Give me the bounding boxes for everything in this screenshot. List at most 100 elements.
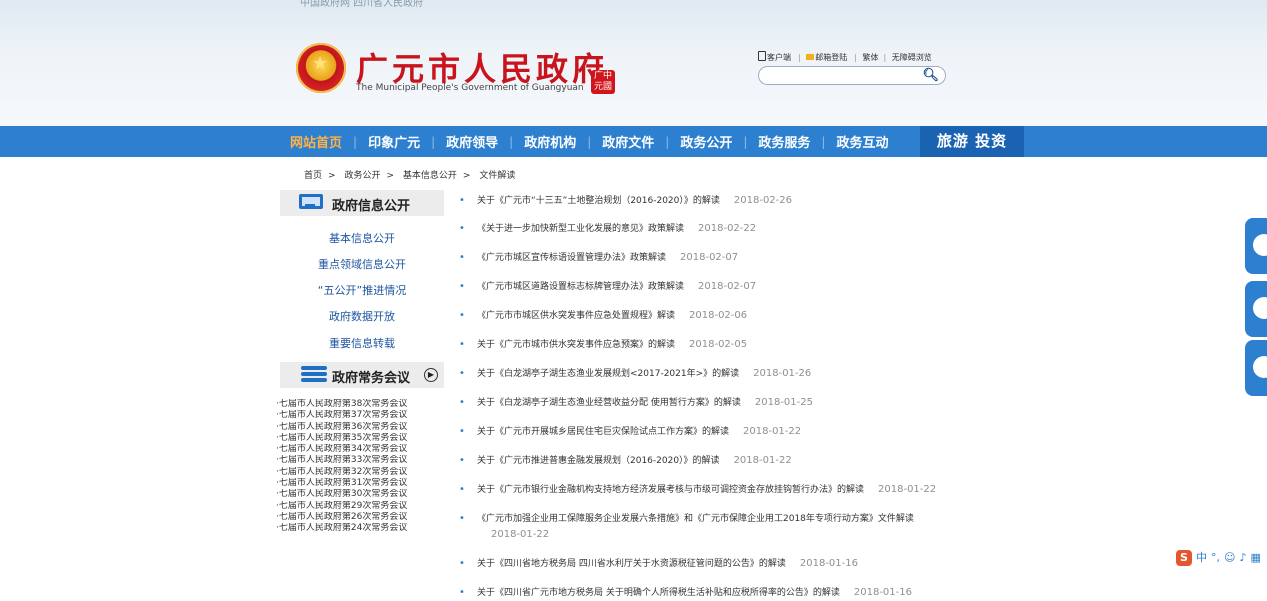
meeting-item[interactable]: ·七届市人民政府第37次常务会议 — [276, 410, 448, 421]
sidebar-item-reposts[interactable]: 重要信息转载 — [276, 335, 448, 351]
nav-tourism-investment[interactable]: 旅游 投资 — [920, 126, 1024, 157]
ime-emoji-icon[interactable]: ☺ — [1224, 551, 1235, 564]
ime-punct-icon[interactable]: °, — [1211, 551, 1220, 564]
breadcrumb-home[interactable]: 首页 — [304, 171, 322, 181]
sidebar-item-key-areas[interactable]: 重点领域信息公开 — [276, 256, 448, 272]
nav-services[interactable]: 政务服务 — [756, 132, 812, 151]
doc-link[interactable]: 关于《四川省地方税务局 四川省水利厅关于水资源税征管问题的公告》的解读 — [477, 559, 786, 569]
bullet-icon: • — [459, 281, 465, 292]
doc-link[interactable]: 关于《广元市“十三五”土地整治规划（2016-2020）》的解读 — [477, 196, 720, 206]
doc-link[interactable]: 《广元市城区道路设置标志标牌管理办法》政策解读 — [477, 282, 684, 292]
bullet-icon: • — [459, 223, 465, 234]
site-subtitle: The Municipal People's Government of Gua… — [356, 83, 584, 93]
list-item: • 关于《白龙湖亭子湖生态渔业经营收益分配 使用暂行方案》的解读 2018-01-2… — [453, 395, 1013, 411]
doc-link[interactable]: 《关于进一步加快新型工业化发展的意见》政策解读 — [477, 224, 684, 234]
list-item: • 关于《广元市城市供水突发事件应急预案》的解读 2018-02-05 — [453, 337, 1013, 353]
top-links-text[interactable]: 中国政府网 四川省人民政府 — [300, 0, 423, 9]
sogou-ime-icon[interactable]: S — [1176, 550, 1192, 566]
breadcrumb: 首页 > 政务公开 > 基本信息公开 > 文件解读 — [304, 171, 516, 181]
ime-mic-icon[interactable]: ♪ — [1239, 551, 1246, 564]
doc-link[interactable]: 关于《四川省广元市地方税务局 关于明确个人所得税生活补贴和应税所得率的公告》的解… — [477, 588, 840, 598]
breadcrumb-basic-info[interactable]: 基本信息公开 — [403, 171, 457, 181]
meeting-item[interactable]: ·七届市人民政府第35次常务会议 — [276, 433, 448, 444]
doc-link[interactable]: 关于《广元市开展城乡居民住宅巨灾保险试点工作方案》的解读 — [477, 427, 729, 437]
sidebar-item-open-data[interactable]: 政府数据开放 — [276, 308, 448, 324]
weibo-icon — [1253, 297, 1267, 319]
ime-toolbar[interactable]: S 中 °, ☺ ♪ ▦ — [1176, 549, 1261, 567]
list-item: • 《广元市加强企业用工保障服务企业发展六条措施》和《广元市保障企业用工2018年… — [453, 511, 1013, 543]
play-icon[interactable]: ▶ — [424, 368, 438, 382]
ime-chinese-icon[interactable]: 中 — [1196, 551, 1207, 564]
doc-date: 2018-01-16 — [853, 587, 912, 598]
doc-link[interactable]: 关于《白龙湖亭子湖生态渔业发展规划<2017-2021年>》的解读 — [477, 369, 739, 379]
nav-documents[interactable]: 政府文件 — [600, 132, 656, 151]
float-app-button[interactable] — [1245, 218, 1267, 274]
ime-keyboard-icon[interactable]: ▦ — [1251, 551, 1261, 564]
main-nav: 网站首页 | 印象广元 | 政府领导 | 政府机构 | 政府文件 | 政务公开 | 政务服务… — [0, 126, 1267, 157]
doc-date: 2018-01-16 — [799, 558, 858, 569]
doc-link[interactable]: 《广元市城区宣传标语设置管理办法》政策解读 — [477, 253, 666, 263]
accessibility-link[interactable]: 无障碍浏览 — [892, 53, 932, 62]
meeting-item[interactable]: ·七届市人民政府第38次常务会议 — [276, 399, 448, 410]
list-item: • 《关于进一步加快新型工业化发展的意见》政策解读 2018-02-22 — [453, 221, 1013, 237]
doc-link[interactable]: 《广元市市城区供水突发事件应急处置规程》解读 — [477, 311, 675, 321]
doc-link[interactable]: 关于《白龙湖亭子湖生态渔业经营收益分配 使用暂行方案》的解读 — [477, 398, 741, 408]
search-icon[interactable]: 🔍︎ — [922, 68, 939, 83]
nav-leaders[interactable]: 政府领导 — [444, 132, 500, 151]
mail-login-link[interactable]: 邮箱登陆 — [806, 53, 849, 62]
list-item: • 关于《四川省地方税务局 四川省水利厅关于水资源税征管问题的公告》的解读 2018… — [453, 556, 1013, 572]
bullet-icon: • — [459, 252, 465, 263]
doc-link[interactable]: 《广元市加强企业用工保障服务企业发展六条措施》和《广元市保障企业用工2018年专… — [477, 514, 914, 524]
bullet-icon: • — [459, 368, 465, 379]
search-input[interactable]: 🔍︎ — [758, 66, 946, 85]
list-item: • 关于《四川省广元市地方税务局 关于明确个人所得税生活补贴和应税所得率的公告》的… — [453, 585, 1013, 601]
traditional-chinese-link[interactable]: 繁体 — [863, 53, 879, 62]
bullet-icon: • — [459, 455, 465, 466]
nav-disclosure[interactable]: 政务公开 — [678, 132, 734, 151]
nav-interaction[interactable]: 政务互动 — [834, 132, 890, 151]
mail-icon — [806, 54, 815, 60]
meeting-item[interactable]: ·七届市人民政府第34次常务会议 — [276, 444, 448, 455]
float-weibo-button[interactable] — [1245, 281, 1267, 337]
bullet-icon: • — [459, 195, 465, 206]
doc-link[interactable]: 关于《广元市城市供水突发事件应急预案》的解读 — [477, 340, 675, 350]
meeting-item[interactable]: ·七届市人民政府第31次常务会议 — [276, 478, 448, 489]
sidebar-item-five-disclosures[interactable]: “五公开”推进情况 — [276, 282, 448, 298]
doc-date: 2018-01-22 — [733, 455, 792, 466]
list-item: • 关于《白龙湖亭子湖生态渔业发展规划<2017-2021年>》的解读 2018-0… — [453, 366, 1013, 382]
float-wechat-button[interactable] — [1245, 340, 1267, 396]
meeting-item[interactable]: ·七届市人民政府第26次常务会议 — [276, 512, 448, 523]
nav-home[interactable]: 网站首页 — [288, 132, 344, 151]
app-icon — [1253, 234, 1267, 256]
gov-info-header: 政府信息公开 — [280, 190, 444, 216]
doc-date: 2018-01-25 — [754, 397, 813, 408]
list-item: • 《广元市城区宣传标语设置管理办法》政策解读 2018-02-07 — [453, 250, 1013, 266]
doc-date: 2018-02-07 — [698, 281, 757, 292]
doc-date: 2018-02-07 — [680, 252, 739, 263]
breadcrumb-disclosure[interactable]: 政务公开 — [344, 171, 380, 181]
meeting-item[interactable]: ·七届市人民政府第33次常务会议 — [276, 455, 448, 466]
client-link[interactable]: 客户端 — [758, 51, 793, 62]
meeting-item[interactable]: ·七届市人民政府第29次常务会议 — [276, 501, 448, 512]
bullet-icon: • — [459, 397, 465, 408]
doc-date: 2018-01-22 — [491, 529, 550, 540]
meeting-item[interactable]: ·七届市人民政府第32次常务会议 — [276, 467, 448, 478]
sidebar: 政府信息公开 基本信息公开 重点领域信息公开 “五公开”推进情况 政府数据开放 … — [276, 185, 448, 594]
meeting-item[interactable]: ·七届市人民政府第36次常务会议 — [276, 422, 448, 433]
doc-date: 2018-01-22 — [878, 484, 937, 495]
doc-date: 2018-02-06 — [689, 310, 748, 321]
meeting-item[interactable]: ·七届市人民政府第24次常务会议 — [276, 523, 448, 534]
bullet-icon: • — [459, 310, 465, 321]
wechat-icon — [1253, 356, 1267, 378]
doc-link[interactable]: 关于《广元市银行业金融机构支持地方经济发展考核与市级可调控资金存放挂钩暂行办法》… — [477, 485, 864, 495]
doc-link[interactable]: 关于《广元市推进普惠金融发展规划（2016-2020）》的解读 — [477, 456, 720, 466]
bullet-icon: • — [459, 484, 465, 495]
list-item: • 关于《广元市开展城乡居民住宅巨灾保险试点工作方案》的解读 2018-01-22 — [453, 424, 1013, 440]
bullet-icon: • — [459, 426, 465, 437]
nav-agencies[interactable]: 政府机构 — [522, 132, 578, 151]
sidebar-item-basic-info[interactable]: 基本信息公开 — [276, 230, 448, 246]
list-item: • 关于《广元市“十三五”土地整治规划（2016-2020）》的解读 2018-02… — [453, 193, 1013, 209]
meeting-item[interactable]: ·七届市人民政府第30次常务会议 — [276, 489, 448, 500]
doc-date: 2018-01-26 — [753, 368, 812, 379]
nav-impression[interactable]: 印象广元 — [366, 132, 422, 151]
